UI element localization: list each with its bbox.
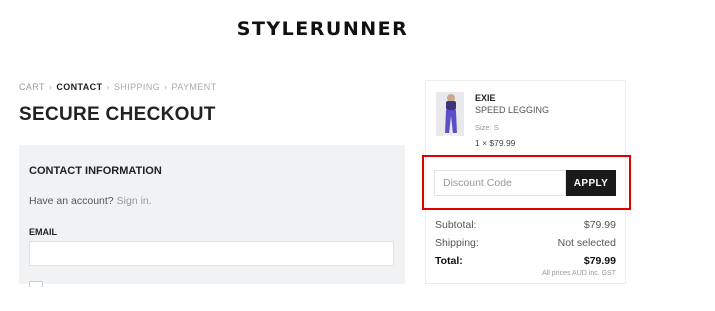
breadcrumb-separator: › <box>106 82 110 92</box>
breadcrumb-shipping: SHIPPING <box>113 82 161 92</box>
legging-product-icon <box>436 92 464 136</box>
checkout-breadcrumb: CART › CONTACT › SHIPPING › PAYMENT <box>19 82 217 92</box>
breadcrumb-contact: CONTACT <box>56 82 103 92</box>
newsletter-checkbox[interactable] <box>29 281 43 287</box>
sign-in-link[interactable]: Sign in. <box>117 195 152 207</box>
breadcrumb-separator: › <box>48 82 53 92</box>
contact-information-panel: CONTACT INFORMATION Have an account? Sign… <box>19 145 405 287</box>
breadcrumb-payment: PAYMENT <box>171 82 217 92</box>
stylerunner-logo[interactable]: STYLERUNNER <box>0 18 645 40</box>
total-row: Total: $79.99 <box>435 255 616 267</box>
product-brand: EXIE <box>475 93 496 103</box>
subtotal-label: Subtotal: <box>435 219 477 231</box>
gst-note: All prices AUD inc. GST <box>542 270 616 277</box>
legging-product-image <box>436 92 464 136</box>
product-name: SPEED LEGGING <box>475 105 550 115</box>
shipping-label: Shipping: <box>435 237 479 249</box>
apply-discount-button[interactable]: APPLY <box>566 170 616 196</box>
shipping-row: Shipping: Not selected <box>435 237 616 249</box>
discount-code-input[interactable] <box>434 170 566 196</box>
total-value: $79.99 <box>583 255 616 267</box>
email-field[interactable] <box>29 241 394 266</box>
product-quantity-price: 1 × $79.99 <box>475 138 516 148</box>
account-prompt: Have an account? Sign in. <box>29 195 152 207</box>
subtotal-row: Subtotal: $79.99 <box>435 219 616 231</box>
shipping-value: Not selected <box>557 237 616 249</box>
account-prompt-text: Have an account? <box>29 195 114 207</box>
email-label: EMAIL <box>29 227 57 237</box>
subtotal-value: $79.99 <box>583 219 616 231</box>
contact-heading: CONTACT INFORMATION <box>29 165 162 177</box>
page-title: SECURE CHECKOUT <box>19 104 216 125</box>
breadcrumb-cart[interactable]: CART <box>19 82 45 92</box>
breadcrumb-separator: › <box>164 82 168 92</box>
total-label: Total: <box>435 255 463 267</box>
product-size: Size: S <box>475 123 499 132</box>
